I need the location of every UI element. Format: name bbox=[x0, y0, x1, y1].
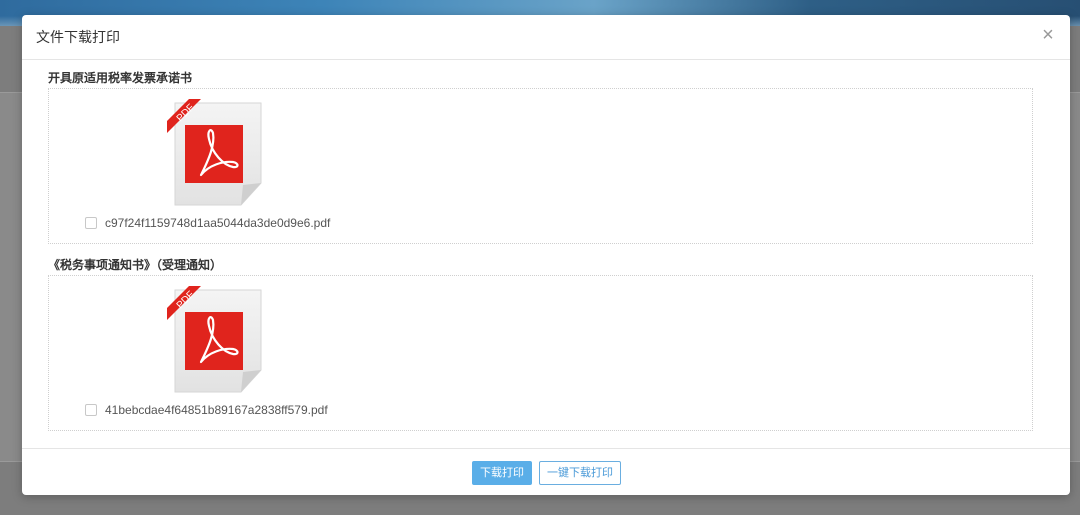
dialog-header: 文件下载打印 × bbox=[22, 15, 1070, 60]
file-name[interactable]: 41bebcdae4f64851b89167a2838ff579.pdf bbox=[105, 403, 328, 417]
one-click-download-print-button[interactable]: 一键下载打印 bbox=[539, 461, 621, 485]
dialog-title: 文件下载打印 bbox=[36, 29, 120, 45]
file-box-commitment: PDF c97f24f1159748d1aa5044da3de0d9e6.pdf bbox=[48, 88, 1033, 244]
download-print-button[interactable]: 下载打印 bbox=[472, 461, 532, 485]
close-icon[interactable]: × bbox=[1038, 25, 1058, 45]
file-name[interactable]: c97f24f1159748d1aa5044da3de0d9e6.pdf bbox=[105, 216, 330, 230]
pdf-file-icon[interactable]: PDF bbox=[165, 286, 265, 396]
section-title-notice: 《税务事项通知书》（受理通知） bbox=[48, 258, 223, 272]
dialog-footer: 下载打印 一键下载打印 bbox=[22, 448, 1070, 496]
file-checkbox[interactable] bbox=[85, 404, 97, 416]
file-row: c97f24f1159748d1aa5044da3de0d9e6.pdf bbox=[85, 215, 330, 231]
pdf-file-icon[interactable]: PDF bbox=[165, 99, 265, 209]
file-download-dialog: 文件下载打印 × 开具原适用税率发票承诺书 PDF c97f24f1159748… bbox=[22, 15, 1070, 495]
file-checkbox[interactable] bbox=[85, 217, 97, 229]
file-row: 41bebcdae4f64851b89167a2838ff579.pdf bbox=[85, 402, 328, 418]
section-title-commitment: 开具原适用税率发票承诺书 bbox=[48, 71, 193, 85]
file-box-notice: PDF 41bebcdae4f64851b89167a2838ff579.pdf bbox=[48, 275, 1033, 431]
